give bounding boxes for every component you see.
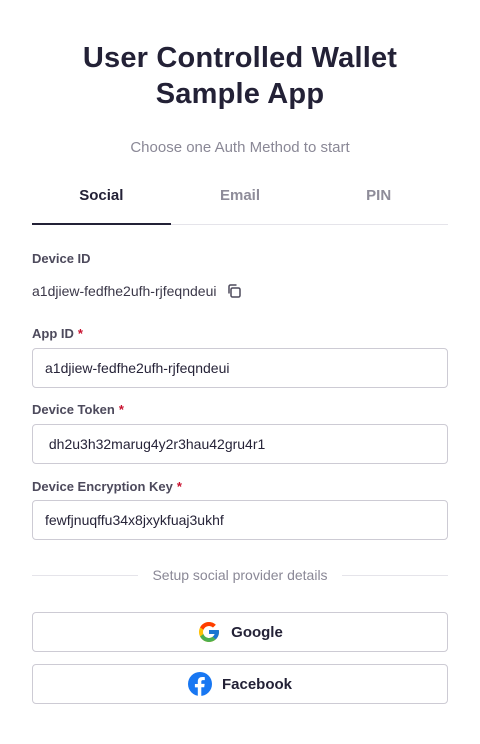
device-encryption-key-input[interactable]: [32, 500, 448, 540]
google-button-label: Google: [231, 623, 283, 641]
title-line-1: User Controlled Wallet: [82, 42, 398, 74]
tab-email[interactable]: Email: [171, 176, 310, 224]
device-token-label-text: Device Token: [32, 402, 115, 417]
divider-text: Setup social provider details: [152, 567, 328, 583]
device-encryption-key-label-text: Device Encryption Key: [32, 479, 173, 494]
app-id-input[interactable]: [32, 348, 448, 388]
google-icon: [197, 620, 221, 644]
divider-line-right: [341, 574, 449, 576]
required-mark: *: [176, 479, 182, 494]
auth-method-tabs: Social Email PIN: [32, 176, 448, 225]
page-subtitle: Choose one Auth Method to start: [130, 139, 350, 156]
divider-line-left: [32, 574, 139, 576]
tab-social[interactable]: Social: [32, 176, 171, 225]
page-title: User Controlled Wallet Sample App: [0, 40, 480, 112]
device-token-label: Device Token *: [32, 402, 124, 417]
app-id-label-text: App ID: [32, 326, 74, 341]
device-token-input[interactable]: [32, 424, 448, 464]
facebook-icon: [187, 672, 212, 696]
device-id-label: Device ID: [32, 251, 91, 266]
required-mark: *: [118, 402, 124, 417]
app-id-label: App ID *: [32, 326, 83, 341]
copy-icon[interactable]: [226, 283, 242, 299]
device-id-row: a1djiew-fedfhe2ufh-rjfeqndeui: [32, 283, 242, 299]
facebook-login-button[interactable]: Facebook: [32, 664, 448, 704]
device-id-value: a1djiew-fedfhe2ufh-rjfeqndeui: [32, 283, 217, 299]
required-mark: *: [77, 326, 83, 341]
tab-pin[interactable]: PIN: [309, 176, 448, 224]
google-login-button[interactable]: Google: [32, 612, 448, 652]
device-encryption-key-label: Device Encryption Key *: [32, 479, 182, 494]
facebook-button-label: Facebook: [221, 675, 293, 693]
social-divider: Setup social provider details: [32, 564, 449, 586]
title-line-2: Sample App: [155, 78, 325, 110]
